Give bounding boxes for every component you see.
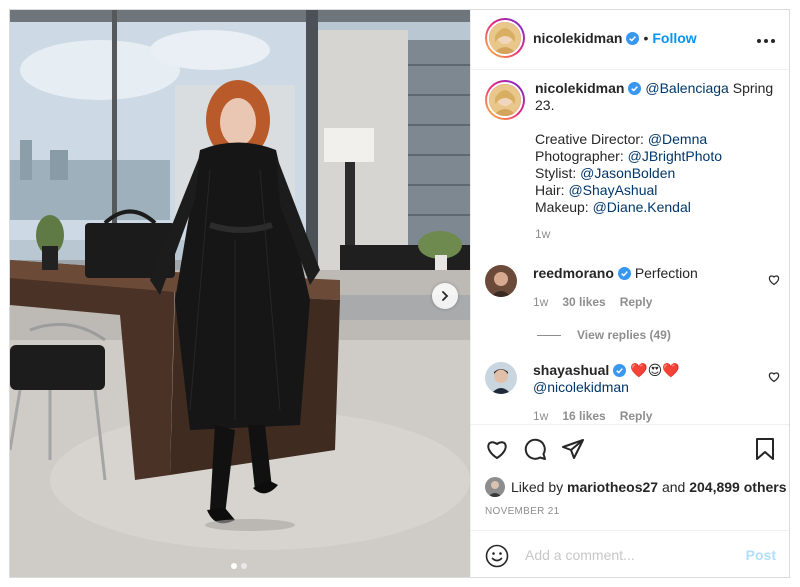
carousel-next-button[interactable] xyxy=(432,283,458,309)
save-button[interactable] xyxy=(754,437,776,466)
mention-link[interactable]: @JasonBolden xyxy=(580,165,675,181)
carousel-dot xyxy=(231,563,237,569)
verified-icon xyxy=(628,82,642,95)
comment-input[interactable] xyxy=(523,546,737,564)
caption-username[interactable]: nicolekidman xyxy=(535,80,624,96)
mention-link[interactable]: @Diane.Kendal xyxy=(593,199,691,215)
credit-line: Photographer: @JBrightPhoto xyxy=(535,148,722,164)
comment-item: shayashual ❤️😍❤️ @nicolekidman 1w 16 like… xyxy=(485,362,780,425)
comment-item: reedmorano Perfection 1w 30 likes Reply xyxy=(485,265,780,311)
caption-time[interactable]: 1w xyxy=(535,226,780,243)
verified-icon xyxy=(626,32,640,45)
post-dialog: nicolekidman • Follow nicolekidman @Balenc… xyxy=(9,9,790,578)
mention-link[interactable]: @nicolekidman xyxy=(533,379,629,395)
liked-by-line: Liked by mariotheos27 and 204,899 others xyxy=(485,477,787,497)
comment-emoji: ❤️😍❤️ xyxy=(630,362,680,378)
commenter-username[interactable]: shayashual xyxy=(533,362,609,378)
mention-link[interactable]: @ShayAshual xyxy=(568,182,657,198)
follow-button[interactable]: Follow xyxy=(652,30,696,46)
heart-icon xyxy=(768,275,780,286)
credit-line: Hair: @ShayAshual xyxy=(535,182,658,198)
mention-link[interactable]: @JBrightPhoto xyxy=(628,148,722,164)
verified-icon xyxy=(617,267,631,280)
carousel-dot xyxy=(241,563,247,569)
comment-like-button[interactable] xyxy=(768,273,780,291)
more-options-button[interactable] xyxy=(756,28,776,49)
chevron-right-icon xyxy=(442,291,449,301)
comment-time[interactable]: 1w xyxy=(533,295,548,309)
share-icon xyxy=(562,439,584,459)
post-date[interactable]: NOVEMBER 21 xyxy=(485,506,559,517)
add-comment-bar: Post xyxy=(471,530,789,577)
comment-button[interactable] xyxy=(523,437,547,466)
post-comment-button[interactable]: Post xyxy=(746,547,776,563)
author-username[interactable]: nicolekidman xyxy=(533,30,622,46)
post-photo[interactable] xyxy=(10,10,470,577)
reply-button[interactable]: Reply xyxy=(620,295,653,309)
commenter-username[interactable]: reedmorano xyxy=(533,265,614,281)
like-button[interactable] xyxy=(485,437,509,466)
emoji-button[interactable] xyxy=(485,544,509,573)
reply-button[interactable]: Reply xyxy=(620,409,653,423)
liked-by-middle: and xyxy=(661,479,686,495)
likes-count-link[interactable]: 204,899 others xyxy=(689,479,786,495)
commenter-avatar[interactable] xyxy=(485,265,517,297)
commenter-avatar[interactable] xyxy=(485,362,517,394)
post-side-panel: nicolekidman • Follow nicolekidman @Balenc… xyxy=(470,10,789,577)
heart-icon xyxy=(487,441,507,459)
header-separator: • xyxy=(643,30,649,46)
mention-link[interactable]: @Demna xyxy=(648,131,707,147)
post-header: nicolekidman • Follow xyxy=(471,10,789,70)
liker-avatar[interactable] xyxy=(485,477,505,497)
credit-line: Creative Director: @Demna xyxy=(535,131,708,147)
author-avatar[interactable] xyxy=(485,18,525,58)
liked-by-prefix: Liked by xyxy=(511,479,564,495)
comment-likes[interactable]: 30 likes xyxy=(562,295,605,309)
liker-username[interactable]: mariotheos27 xyxy=(567,479,658,495)
share-button[interactable] xyxy=(561,437,585,466)
emoji-icon xyxy=(485,544,509,568)
credit-line: Stylist: @JasonBolden xyxy=(535,165,676,181)
comment-icon xyxy=(524,438,546,460)
comment-likes[interactable]: 16 likes xyxy=(562,409,605,423)
heart-icon xyxy=(768,372,780,383)
comment-time[interactable]: 1w xyxy=(533,409,548,423)
more-icon xyxy=(757,39,775,43)
post-caption: nicolekidman @Balenciaga Spring 23. Crea… xyxy=(485,80,780,243)
comment-text: Perfection xyxy=(634,265,698,281)
bookmark-icon xyxy=(756,438,774,460)
carousel-dots xyxy=(231,563,247,569)
credit-line: Makeup: @Diane.Kendal xyxy=(535,199,691,215)
post-actions-bar xyxy=(471,424,789,466)
view-replies-button[interactable]: View replies (49) xyxy=(537,328,671,342)
verified-icon xyxy=(613,364,627,377)
caption-avatar[interactable] xyxy=(485,80,525,120)
comment-like-button[interactable] xyxy=(768,370,780,388)
photo-scene xyxy=(10,10,470,577)
mention-link[interactable]: @Balenciaga xyxy=(645,80,729,96)
